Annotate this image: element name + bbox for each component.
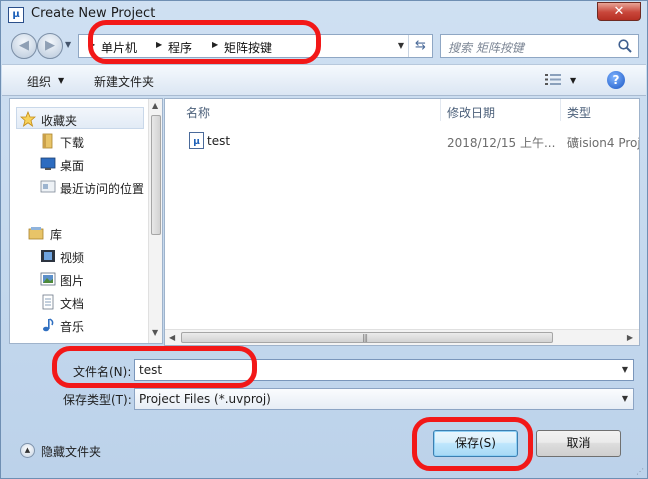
help-icon[interactable]: ? <box>607 71 625 89</box>
breadcrumb-separator[interactable]: ▶ <box>156 40 162 49</box>
table-row[interactable]: μ test 2018/12/15 上午... 礦ision4 Proj <box>185 130 640 152</box>
star-icon <box>20 111 36 127</box>
sidebar-item-label: 收藏夹 <box>41 114 78 128</box>
horizontal-scrollbar[interactable]: ◀ ||| ▶ <box>165 329 639 345</box>
search-input[interactable]: 搜索 矩阵按键 <box>440 34 639 58</box>
column-header-name[interactable]: 名称 <box>186 104 210 121</box>
scroll-thumb[interactable] <box>151 115 161 235</box>
column-divider[interactable] <box>440 99 441 121</box>
forward-button[interactable]: ▶ <box>37 33 63 59</box>
sidebar-item-label: 最近访问的位置 <box>60 182 145 196</box>
new-folder-button[interactable]: 新建文件夹 <box>94 73 154 90</box>
sidebar-item-label: 文档 <box>60 297 85 311</box>
picture-icon <box>40 272 56 286</box>
sidebar-item-documents[interactable]: 文档 <box>10 291 150 313</box>
window-title: Create New Project <box>31 6 156 21</box>
save-type-value: Project Files (*.uvproj) <box>139 392 271 406</box>
sidebar-item-label: 音乐 <box>60 320 85 334</box>
music-icon <box>43 318 54 332</box>
sidebar-item-videos[interactable]: 视频 <box>10 245 150 267</box>
view-options-arrow[interactable]: ▼ <box>570 76 576 85</box>
svg-text:μ: μ <box>193 137 200 147</box>
breadcrumb-item[interactable]: 程序 <box>168 39 192 56</box>
save-type-label: 保存类型(T): <box>63 393 132 407</box>
filename-label: 文件名(N): <box>73 365 132 379</box>
filename-dropdown-arrow[interactable]: ▼ <box>622 365 628 374</box>
hide-folders-toggle[interactable]: ▲ 隐藏文件夹 <box>20 443 120 459</box>
column-header-type[interactable]: 类型 <box>567 104 591 121</box>
close-button[interactable]: ✕ <box>597 2 641 21</box>
sidebar-item-recent-places[interactable]: 最近访问的位置 <box>10 176 150 198</box>
sidebar-item-label: 图片 <box>60 274 85 288</box>
details-view-icon[interactable] <box>545 73 561 86</box>
scroll-grip-icon: ||| <box>362 333 368 342</box>
file-date-cell: 2018/12/15 上午... <box>447 136 556 150</box>
breadcrumb-separator[interactable]: ▶ <box>212 40 218 49</box>
search-placeholder: 搜索 矩阵按键 <box>448 41 524 55</box>
filename-field[interactable]: test ▼ <box>134 359 634 381</box>
breadcrumb-root-arrow[interactable]: ▶ <box>89 40 95 49</box>
sidebar-item-label: 桌面 <box>60 159 85 173</box>
library-icon <box>28 227 44 240</box>
sidebar-item-favorites[interactable]: 收藏夹 <box>16 107 144 129</box>
search-icon[interactable] <box>617 38 633 54</box>
command-toolbar: 组织 ▼ 新建文件夹 ▼ ? <box>2 64 646 96</box>
column-header-date[interactable]: 修改日期 <box>447 104 495 121</box>
uvision-project-icon: μ <box>189 132 204 149</box>
sidebar-item-desktop[interactable]: 桌面 <box>10 153 150 175</box>
folder-icon <box>42 133 53 149</box>
breadcrumb-item[interactable]: 单片机 <box>101 39 137 56</box>
sidebar-item-label: 下载 <box>60 136 85 150</box>
chevron-down-icon[interactable]: ▼ <box>622 394 628 403</box>
sidebar-item-libraries[interactable]: 库 <box>10 222 150 244</box>
save-type-select[interactable]: Project Files (*.uvproj) ▼ <box>134 388 634 410</box>
scroll-thumb[interactable]: ||| <box>181 332 553 343</box>
cancel-button[interactable]: 取消 <box>536 430 621 457</box>
chevron-down-icon[interactable]: ▼ <box>58 76 64 85</box>
scroll-up-arrow[interactable]: ▲ <box>152 101 158 110</box>
uvision-app-icon: μ <box>8 7 24 23</box>
filename-value[interactable]: test <box>139 363 162 377</box>
scroll-down-arrow[interactable]: ▼ <box>152 328 158 337</box>
scroll-right-arrow[interactable]: ▶ <box>627 333 633 342</box>
video-icon <box>41 250 55 262</box>
file-name-cell: test <box>207 134 231 148</box>
address-bar[interactable]: ▶ 单片机 ▶ 程序 ▶ 矩阵按键 ▼ ⇆ <box>78 34 433 58</box>
breadcrumb-item[interactable]: 矩阵按键 <box>224 39 272 56</box>
sidebar-item-downloads[interactable]: 下载 <box>10 130 150 152</box>
sidebar-item-label: 库 <box>50 228 63 242</box>
file-list-pane: ˆ 名称 修改日期 类型 μ test 2018/12/15 上午... 礦is… <box>164 98 640 346</box>
refresh-button[interactable]: ⇆ <box>408 35 432 57</box>
sidebar-item-music[interactable]: 音乐 <box>10 314 150 336</box>
scroll-left-arrow[interactable]: ◀ <box>169 333 175 342</box>
address-dropdown-arrow[interactable]: ▼ <box>398 41 404 50</box>
organize-button[interactable]: 组织 <box>27 73 51 90</box>
navigation-pane: 收藏夹 下载 桌面 最近访问的位置 库 视频 图片 文档 音乐 ▲ ▼ <box>9 98 163 344</box>
sidebar-item-pictures[interactable]: 图片 <box>10 268 150 290</box>
hide-folders-label[interactable]: 隐藏文件夹 <box>41 443 101 460</box>
title-bar[interactable]: μ Create New Project ✕ <box>1 1 647 29</box>
desktop-icon <box>40 157 56 170</box>
back-button[interactable]: ◀ <box>11 33 37 59</box>
recent-places-icon <box>40 180 56 193</box>
sort-indicator-icon: ˆ <box>304 98 308 106</box>
chevron-up-icon[interactable]: ▲ <box>20 443 35 458</box>
navigation-bar: ◀ ▶ ▼ ▶ 单片机 ▶ 程序 ▶ 矩阵按键 ▼ ⇆ 搜索 矩阵按键 <box>8 30 640 62</box>
column-divider[interactable] <box>560 99 561 121</box>
navigation-pane-scrollbar[interactable]: ▲ ▼ <box>148 99 162 343</box>
sidebar-item-label: 视频 <box>60 251 85 265</box>
resize-grip-icon[interactable]: ⋰ <box>636 468 644 476</box>
file-type-cell: 礦ision4 Proj <box>567 136 640 150</box>
save-dialog-window: μ Create New Project ✕ ◀ ▶ ▼ ▶ 单片机 ▶ 程序 … <box>0 0 648 479</box>
save-button[interactable]: 保存(S) <box>433 430 518 457</box>
recent-locations-dropdown[interactable]: ▼ <box>65 40 71 49</box>
document-icon <box>42 294 54 310</box>
